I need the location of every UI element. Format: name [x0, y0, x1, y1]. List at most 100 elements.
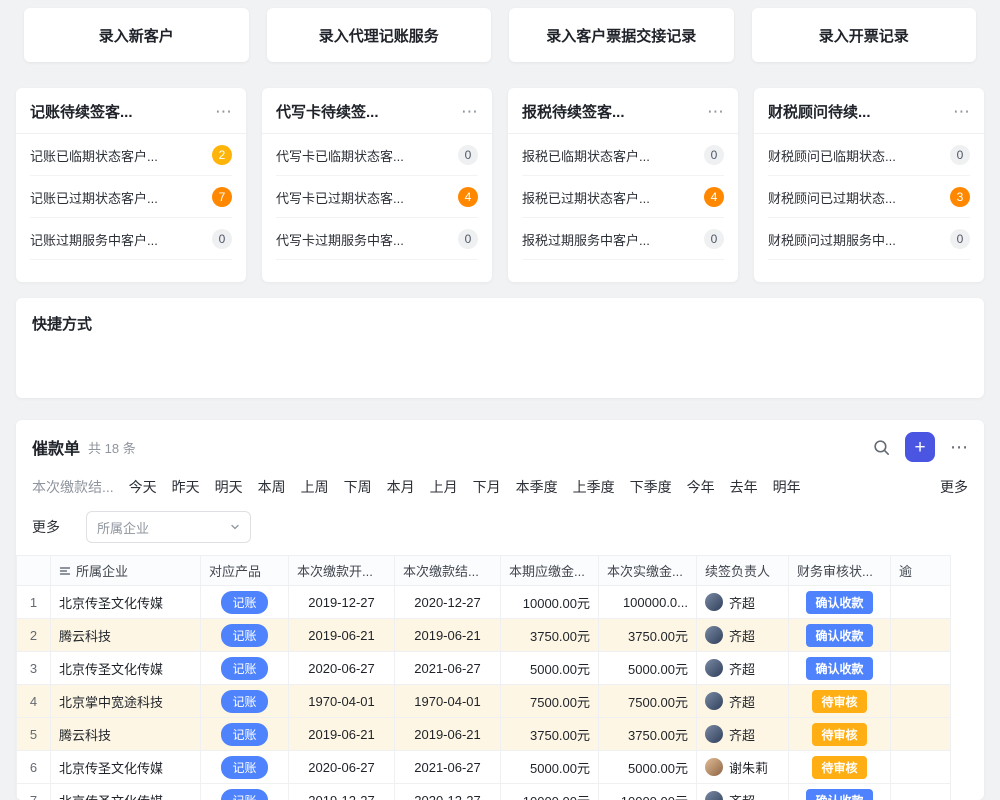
company-cell[interactable]: 北京传圣文化传媒 — [51, 784, 201, 800]
product-cell[interactable]: 记账 — [201, 685, 289, 718]
pay-start-cell[interactable]: 2019-06-21 — [289, 718, 395, 751]
audit-status-cell[interactable]: 确认收款 — [789, 652, 891, 685]
filter-last-week[interactable]: 上周 — [301, 477, 329, 497]
audit-status-cell[interactable]: 确认收款 — [789, 586, 891, 619]
enterprise-select[interactable]: 所属企业 — [86, 511, 251, 543]
company-cell[interactable]: 北京传圣文化传媒 — [51, 751, 201, 784]
more-menu-icon[interactable]: ⋯ — [950, 438, 968, 456]
product-cell[interactable]: 记账 — [201, 718, 289, 751]
amount-paid-column-header[interactable]: 本次实缴金... — [599, 556, 697, 586]
invoicing-record-button[interactable]: 录入开票记录 — [752, 8, 977, 62]
amount-due-cell[interactable]: 10000.00元 — [501, 586, 599, 619]
audit-status-cell[interactable]: 待审核 — [789, 685, 891, 718]
product-cell[interactable]: 记账 — [201, 652, 289, 685]
product-cell[interactable]: 记账 — [201, 784, 289, 800]
audit-status-cell[interactable]: 确认收款 — [789, 784, 891, 800]
filter-this-year[interactable]: 今年 — [687, 477, 715, 497]
more-menu-icon[interactable]: ⋯ — [953, 103, 970, 120]
overdue-cell[interactable] — [891, 751, 951, 784]
owner-cell[interactable]: 齐超 — [697, 784, 789, 800]
owner-cell[interactable]: 齐超 — [697, 586, 789, 619]
more-menu-icon[interactable]: ⋯ — [461, 103, 478, 120]
pay-start-column-header[interactable]: 本次缴款开... — [289, 556, 395, 586]
stat-item[interactable]: 记账已过期状态客户... 7 — [30, 176, 232, 218]
pay-end-cell[interactable]: 1970-04-01 — [395, 685, 501, 718]
amount-due-cell[interactable]: 7500.00元 — [501, 685, 599, 718]
overdue-cell[interactable] — [891, 784, 951, 800]
stat-item[interactable]: 代写卡过期服务中客... 0 — [276, 218, 478, 260]
filter-this-week[interactable]: 本周 — [258, 477, 286, 497]
owner-cell[interactable]: 齐超 — [697, 685, 789, 718]
pay-end-cell[interactable]: 2021-06-27 — [395, 751, 501, 784]
audit-status-cell[interactable]: 待审核 — [789, 751, 891, 784]
row-number[interactable]: 5 — [17, 718, 51, 751]
stat-item[interactable]: 报税已临期状态客户... 0 — [522, 134, 724, 176]
pay-end-cell[interactable]: 2020-12-27 — [395, 784, 501, 800]
filter-next-year[interactable]: 明年 — [773, 477, 801, 497]
amount-paid-cell[interactable]: 5000.00元 — [599, 751, 697, 784]
stat-item[interactable]: 记账已临期状态客户... 2 — [30, 134, 232, 176]
pay-end-cell[interactable]: 2021-06-27 — [395, 652, 501, 685]
pay-end-cell[interactable]: 2020-12-27 — [395, 586, 501, 619]
overdue-cell[interactable] — [891, 718, 951, 751]
stat-item[interactable]: 报税已过期状态客户... 4 — [522, 176, 724, 218]
amount-paid-cell[interactable]: 3750.00元 — [599, 619, 697, 652]
filter-next-quarter[interactable]: 下季度 — [630, 477, 672, 497]
amount-paid-cell[interactable]: 7500.00元 — [599, 685, 697, 718]
stat-item[interactable]: 代写卡已临期状态客... 0 — [276, 134, 478, 176]
owner-cell[interactable]: 谢朱莉 — [697, 751, 789, 784]
owner-cell[interactable]: 齐超 — [697, 718, 789, 751]
company-cell[interactable]: 北京传圣文化传媒 — [51, 586, 201, 619]
more-filters-link[interactable]: 更多 — [940, 477, 968, 497]
company-cell[interactable]: 腾云科技 — [51, 619, 201, 652]
amount-paid-cell[interactable]: 5000.00元 — [599, 652, 697, 685]
filter-last-month[interactable]: 上月 — [430, 477, 458, 497]
filter-last-quarter[interactable]: 上季度 — [573, 477, 615, 497]
row-number[interactable]: 7 — [17, 784, 51, 800]
filter-last-year[interactable]: 去年 — [730, 477, 758, 497]
stat-item[interactable]: 报税过期服务中客户... 0 — [522, 218, 724, 260]
amount-due-cell[interactable]: 3750.00元 — [501, 718, 599, 751]
more-link[interactable]: 更多 — [32, 517, 60, 537]
filter-today[interactable]: 今天 — [129, 477, 157, 497]
pay-start-cell[interactable]: 2019-12-27 — [289, 784, 395, 800]
pay-start-cell[interactable]: 2019-12-27 — [289, 586, 395, 619]
filter-tomorrow[interactable]: 明天 — [215, 477, 243, 497]
amount-due-cell[interactable]: 10000.00元 — [501, 784, 599, 800]
pay-end-column-header[interactable]: 本次缴款结... — [395, 556, 501, 586]
company-cell[interactable]: 北京传圣文化传媒 — [51, 652, 201, 685]
overdue-cell[interactable] — [891, 619, 951, 652]
stat-item[interactable]: 代写卡已过期状态客... 4 — [276, 176, 478, 218]
audit-status-cell[interactable]: 待审核 — [789, 718, 891, 751]
stat-item[interactable]: 财税顾问过期服务中... 0 — [768, 218, 970, 260]
pay-start-cell[interactable]: 2020-06-27 — [289, 751, 395, 784]
filter-this-quarter[interactable]: 本季度 — [516, 477, 558, 497]
bookkeeping-service-button[interactable]: 录入代理记账服务 — [267, 8, 492, 62]
audit-status-cell[interactable]: 确认收款 — [789, 619, 891, 652]
amount-due-cell[interactable]: 5000.00元 — [501, 751, 599, 784]
pay-start-cell[interactable]: 2020-06-27 — [289, 652, 395, 685]
overdue-cell[interactable] — [891, 685, 951, 718]
amount-due-cell[interactable]: 3750.00元 — [501, 619, 599, 652]
owner-cell[interactable]: 齐超 — [697, 652, 789, 685]
row-number[interactable]: 3 — [17, 652, 51, 685]
stat-item[interactable]: 财税顾问已临期状态... 0 — [768, 134, 970, 176]
company-cell[interactable]: 北京掌中宽途科技 — [51, 685, 201, 718]
more-menu-icon[interactable]: ⋯ — [215, 103, 232, 120]
owner-cell[interactable]: 齐超 — [697, 619, 789, 652]
row-number[interactable]: 6 — [17, 751, 51, 784]
pay-start-cell[interactable]: 2019-06-21 — [289, 619, 395, 652]
pay-end-cell[interactable]: 2019-06-21 — [395, 718, 501, 751]
add-record-button[interactable]: + — [905, 432, 935, 462]
stat-item[interactable]: 财税顾问已过期状态... 3 — [768, 176, 970, 218]
row-number[interactable]: 1 — [17, 586, 51, 619]
product-cell[interactable]: 记账 — [201, 619, 289, 652]
company-cell[interactable]: 腾云科技 — [51, 718, 201, 751]
new-customer-button[interactable]: 录入新客户 — [24, 8, 249, 62]
row-number-header[interactable] — [17, 556, 51, 586]
filter-next-week[interactable]: 下周 — [344, 477, 372, 497]
row-number[interactable]: 4 — [17, 685, 51, 718]
filter-yesterday[interactable]: 昨天 — [172, 477, 200, 497]
pay-end-cell[interactable]: 2019-06-21 — [395, 619, 501, 652]
product-column-header[interactable]: 对应产品 — [201, 556, 289, 586]
